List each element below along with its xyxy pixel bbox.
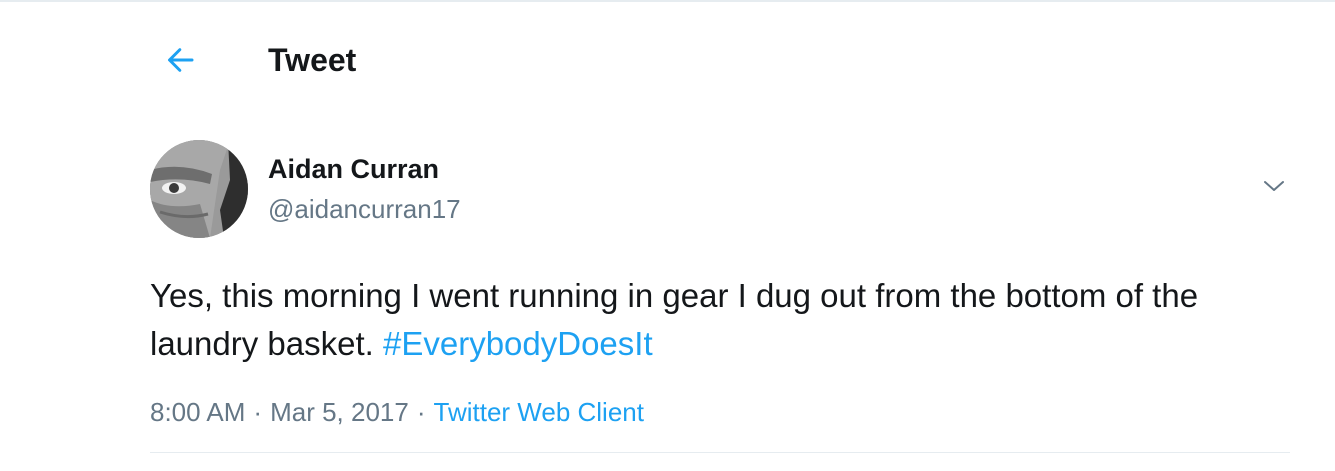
chevron-down-icon <box>1264 181 1284 191</box>
page-header: Tweet <box>0 0 1335 120</box>
avatar-photo <box>150 140 248 238</box>
meta-separator: · <box>416 397 426 427</box>
hashtag-link[interactable]: #EverybodyDoesIt <box>383 325 653 362</box>
tweet-meta: 8:00 AM · Mar 5, 2017 · Twitter Web Client <box>150 394 644 430</box>
arrow-left-icon <box>168 48 194 72</box>
back-button[interactable] <box>158 38 202 82</box>
bottom-divider <box>150 452 1290 453</box>
author-handle[interactable]: @aidancurran17 <box>268 192 461 226</box>
tweet-body: Yes, this morning I went running in gear… <box>150 277 1199 362</box>
tweet-source-link[interactable]: Twitter Web Client <box>434 397 644 427</box>
tweet-text: Yes, this morning I went running in gear… <box>150 272 1290 368</box>
author-name[interactable]: Aidan Curran <box>268 152 439 186</box>
tweet-date[interactable]: Mar 5, 2017 <box>270 397 409 427</box>
page-title: Tweet <box>268 42 357 78</box>
tweet-menu-button[interactable] <box>1254 166 1294 206</box>
meta-separator: · <box>253 397 263 427</box>
avatar[interactable] <box>150 140 248 238</box>
tweet-time[interactable]: 8:00 AM <box>150 397 245 427</box>
